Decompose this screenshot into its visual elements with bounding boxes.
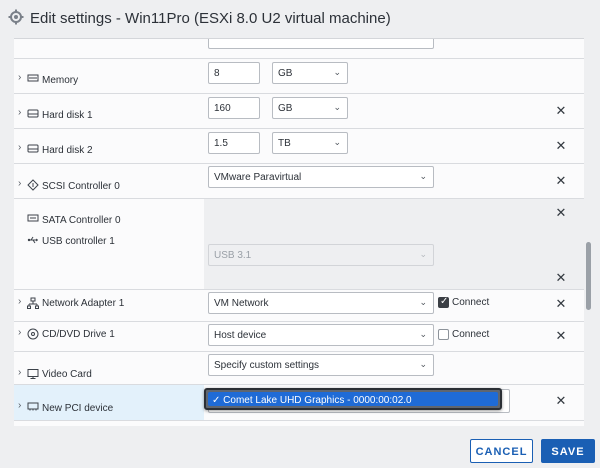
dialog-title: Edit settings - Win11Pro (ESXi 8.0 U2 vi… bbox=[30, 10, 391, 27]
cd-dvd-icon bbox=[27, 328, 39, 340]
hard-disk-icon bbox=[27, 108, 39, 120]
chevron-down-icon: ⌄ bbox=[333, 67, 341, 77]
hard-disk-2-unit-value: TB bbox=[278, 138, 291, 149]
save-button[interactable]: SAVE bbox=[541, 439, 595, 463]
chevron-down-icon: ⌄ bbox=[419, 359, 427, 369]
chevron-right-icon[interactable]: › bbox=[18, 72, 21, 83]
partial-top-row bbox=[14, 39, 584, 59]
hard-disk-2-unit-select[interactable]: TB ⌄ bbox=[272, 132, 348, 154]
usb-controller-type-select[interactable]: USB 3.1 ⌄ bbox=[208, 244, 434, 266]
chevron-down-icon: ⌄ bbox=[419, 171, 427, 181]
memory-label: Memory bbox=[42, 75, 79, 86]
scsi-controller-type-select[interactable]: VMware Paravirtual ⌄ bbox=[208, 166, 434, 188]
scrollbar-thumb[interactable] bbox=[586, 242, 591, 310]
network-adapter-label: Network Adapter 1 bbox=[42, 298, 125, 309]
network-adapter-icon bbox=[27, 297, 39, 309]
hard-disk-icon bbox=[27, 143, 39, 155]
device-row-memory: › Memory 8 GB ⌄ bbox=[14, 59, 584, 94]
pci-device-icon bbox=[27, 401, 39, 413]
memory-size-input[interactable]: 8 bbox=[208, 62, 260, 84]
hard-disk-2-label: Hard disk 2 bbox=[42, 145, 93, 156]
pci-device-option-selected[interactable]: ✓ Comet Lake UHD Graphics - 0000:00:02.0 bbox=[208, 392, 498, 406]
memory-unit-value: GB bbox=[278, 68, 293, 79]
edit-settings-dialog: Edit settings - Win11Pro (ESXi 8.0 U2 vi… bbox=[0, 0, 600, 468]
video-card-label: Video Card bbox=[42, 369, 92, 380]
chevron-right-icon[interactable]: › bbox=[18, 296, 21, 307]
device-list-panel: › Memory 8 GB ⌄ › Hard disk 1 160 GB ⌄ ✕ bbox=[14, 38, 584, 426]
device-row-video-card: › Video Card Specify custom settings ⌄ bbox=[14, 352, 584, 385]
network-adapter-connect-checkbox[interactable] bbox=[438, 296, 449, 308]
usb-controller-type-value: USB 3.1 bbox=[214, 250, 252, 261]
pci-device-option-label: Comet Lake UHD Graphics - 0000:00:02.0 bbox=[223, 395, 412, 406]
cd-dvd-connect-checkbox[interactable] bbox=[438, 329, 449, 340]
settings-gear-icon bbox=[8, 9, 24, 25]
memory-unit-select[interactable]: GB ⌄ bbox=[272, 62, 348, 84]
device-row-hard-disk-1: › Hard disk 1 160 GB ⌄ ✕ bbox=[14, 94, 584, 129]
remove-scsi-controller-icon[interactable]: ✕ bbox=[555, 173, 567, 189]
memory-chip-icon bbox=[27, 73, 39, 85]
remove-hard-disk-2-icon[interactable]: ✕ bbox=[555, 138, 567, 154]
chevron-right-icon[interactable]: › bbox=[18, 367, 21, 378]
device-row-hard-disk-2: › Hard disk 2 1.5 TB ⌄ ✕ bbox=[14, 129, 584, 164]
cd-dvd-drive-type-value: Host device bbox=[214, 330, 267, 341]
cd-dvd-connect-label: Connect bbox=[452, 329, 490, 340]
hard-disk-1-unit-value: GB bbox=[278, 103, 293, 114]
chevron-down-icon: ⌄ bbox=[419, 297, 427, 307]
scsi-controller-label: SCSI Controller 0 bbox=[42, 181, 120, 192]
network-adapter-network-value: VM Network bbox=[214, 298, 269, 309]
chevron-right-icon[interactable]: › bbox=[18, 327, 21, 338]
chevron-down-icon: ⌄ bbox=[419, 329, 427, 339]
monitor-icon bbox=[27, 368, 39, 380]
chevron-down-icon: ⌄ bbox=[333, 137, 341, 147]
cd-dvd-drive-label: CD/DVD Drive 1 bbox=[42, 329, 115, 340]
dialog-title-bar: Edit settings - Win11Pro (ESXi 8.0 U2 vi… bbox=[0, 0, 600, 38]
pci-device-dropdown[interactable]: ✓ Comet Lake UHD Graphics - 0000:00:02.0 bbox=[204, 388, 502, 410]
hard-disk-1-size-input[interactable]: 160 bbox=[208, 97, 260, 119]
hard-disk-2-size-input[interactable]: 1.5 bbox=[208, 132, 260, 154]
partial-top-field[interactable] bbox=[208, 39, 434, 49]
video-card-settings-select[interactable]: Specify custom settings ⌄ bbox=[208, 354, 434, 376]
chevron-right-icon[interactable]: › bbox=[18, 142, 21, 153]
sata-controller-settings-area bbox=[204, 199, 584, 224]
chevron-right-icon[interactable]: › bbox=[18, 178, 21, 189]
device-row-sata-controller: SATA Controller 0 ✕ bbox=[14, 199, 584, 226]
cancel-button[interactable]: CANCEL bbox=[470, 439, 533, 463]
device-row-cd-dvd-drive: › CD/DVD Drive 1 Host device ⌄ Connect ✕ bbox=[14, 322, 584, 352]
hard-disk-1-unit-select[interactable]: GB ⌄ bbox=[272, 97, 348, 119]
network-adapter-connect-label: Connect bbox=[452, 297, 490, 308]
scsi-controller-icon bbox=[27, 179, 39, 191]
chevron-right-icon[interactable]: › bbox=[18, 400, 21, 411]
cd-dvd-drive-type-select[interactable]: Host device ⌄ bbox=[208, 324, 434, 346]
remove-sata-controller-icon[interactable]: ✕ bbox=[555, 205, 567, 221]
device-row-scsi-controller: › SCSI Controller 0 VMware Paravirtual ⌄… bbox=[14, 164, 584, 199]
hard-disk-1-label: Hard disk 1 bbox=[42, 110, 93, 121]
network-adapter-network-select[interactable]: VM Network ⌄ bbox=[208, 292, 434, 314]
usb-icon bbox=[27, 235, 39, 247]
scsi-controller-type-value: VMware Paravirtual bbox=[214, 172, 302, 183]
remove-new-pci-device-icon[interactable]: ✕ bbox=[555, 393, 567, 409]
remove-hard-disk-1-icon[interactable]: ✕ bbox=[555, 103, 567, 119]
remove-network-adapter-icon[interactable]: ✕ bbox=[555, 296, 567, 312]
device-row-network-adapter: › Network Adapter 1 VM Network ⌄ Connect… bbox=[14, 290, 584, 322]
check-icon: ✓ bbox=[212, 395, 221, 406]
remove-usb-controller-icon[interactable]: ✕ bbox=[555, 270, 567, 286]
usb-controller-label: USB controller 1 bbox=[42, 236, 115, 247]
video-card-settings-value: Specify custom settings bbox=[214, 360, 320, 371]
new-pci-device-label: New PCI device bbox=[42, 403, 114, 414]
chevron-right-icon[interactable]: › bbox=[18, 107, 21, 118]
chevron-down-icon: ⌄ bbox=[333, 102, 341, 112]
device-row-usb-controller: USB controller 1 USB 3.1 ⌄ ✕ bbox=[14, 224, 584, 290]
scrollbar-track[interactable] bbox=[584, 38, 594, 426]
chevron-down-icon: ⌄ bbox=[419, 249, 427, 259]
remove-cd-dvd-drive-icon[interactable]: ✕ bbox=[555, 328, 567, 344]
